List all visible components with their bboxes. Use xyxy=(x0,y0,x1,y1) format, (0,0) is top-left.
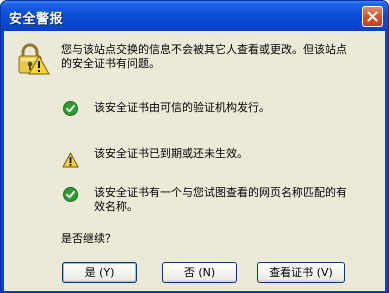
green-check-icon xyxy=(63,187,78,206)
message-line-2: 的安全证书有问题。 xyxy=(61,57,160,70)
yes-button[interactable]: 是 (Y) xyxy=(62,262,137,283)
check-item-expired: 该安全证书已到期或还未生效。 xyxy=(94,147,248,160)
check-item-name-match-line-1: 该安全证书有一个与您试图查看的网页名称匹配的有 xyxy=(94,186,347,199)
continue-prompt: 是否继续？ xyxy=(61,232,116,245)
green-check-icon xyxy=(63,101,78,120)
no-button[interactable]: 否 (N) xyxy=(162,262,237,283)
check-item-name-match-line-2: 效名称。 xyxy=(94,200,138,213)
check-item-trusted-ca: 该安全证书由可信的验证机构发行。 xyxy=(94,101,270,114)
message-line-1: 您与该站点交换的信息不会被其它人查看或更改。但该站点 xyxy=(61,43,347,56)
dialog-title: 安全警报 xyxy=(9,12,64,27)
title-bar[interactable]: 安全警报 xyxy=(1,1,388,31)
security-alert-dialog: 安全警报 您与该站点交换的信息不会被其它人查看或更改。但该站点 的安全证书有问题… xyxy=(0,0,389,293)
close-button[interactable] xyxy=(362,6,383,27)
view-certificate-button[interactable]: 查看证书 (V) xyxy=(257,262,345,283)
dialog-body: 您与该站点交换的信息不会被其它人查看或更改。但该站点 的安全证书有问题。 该安全… xyxy=(4,31,385,291)
close-icon xyxy=(367,11,378,22)
warning-icon xyxy=(62,152,79,172)
lock-warning-icon xyxy=(17,43,51,83)
